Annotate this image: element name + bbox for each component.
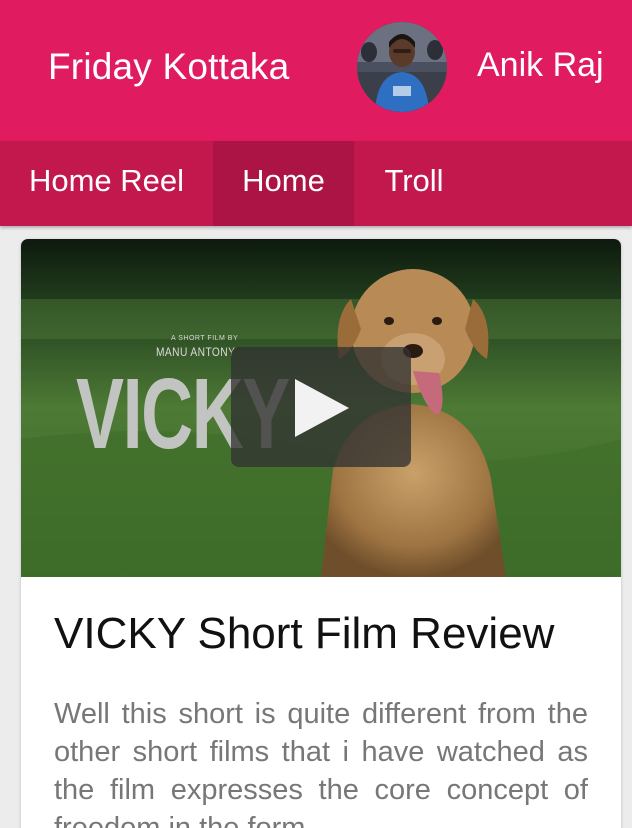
film-credit-small: A SHORT FILM BY (171, 335, 239, 342)
post-card[interactable]: A SHORT FILM BY MANU ANTONY VICKY VICKY … (21, 239, 621, 828)
user-name[interactable]: Anik Raj (477, 46, 604, 85)
post-excerpt: Well this short is quite different from … (54, 698, 588, 828)
post-title[interactable]: VICKY Short Film Review (54, 609, 554, 659)
play-button[interactable] (231, 347, 411, 467)
tab-troll[interactable]: Troll (354, 141, 474, 226)
tab-bar: Home Reel Home Troll (0, 141, 632, 226)
app-bar: Friday Kottaka Anik Raj (0, 0, 632, 141)
site-title[interactable]: Friday Kottaka (48, 46, 289, 88)
video-player[interactable]: A SHORT FILM BY MANU ANTONY VICKY (21, 239, 621, 577)
tab-home-reel[interactable]: Home Reel (0, 141, 213, 226)
avatar[interactable] (357, 22, 447, 112)
tab-home[interactable]: Home (213, 141, 354, 226)
play-icon (295, 379, 349, 437)
avatar-image (357, 22, 447, 112)
